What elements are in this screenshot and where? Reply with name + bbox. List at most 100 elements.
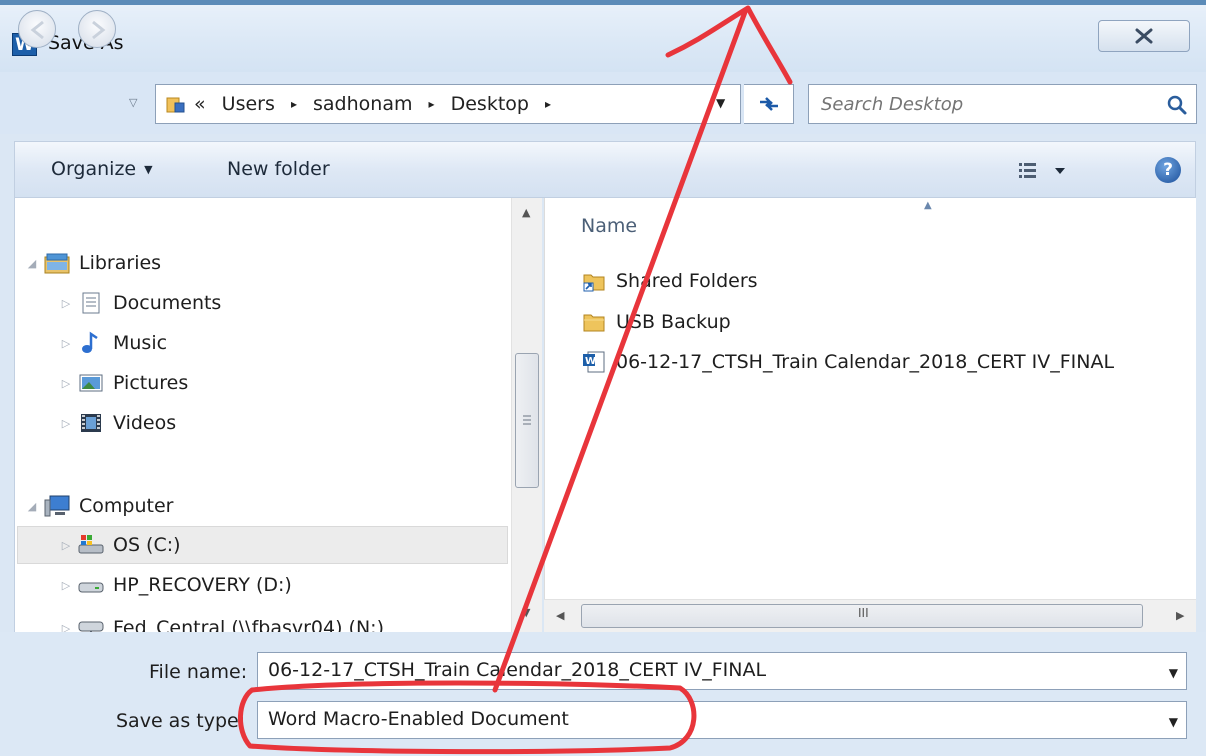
collapse-arrow-icon[interactable]: ◢ bbox=[21, 257, 43, 270]
breadcrumb-separator[interactable]: ▸ bbox=[545, 97, 551, 111]
nav-vertical-scrollbar[interactable]: ▲ ▼ bbox=[511, 198, 542, 632]
back-button[interactable] bbox=[18, 10, 56, 48]
save-as-type-label: Save as type: bbox=[116, 710, 246, 732]
file-name-value[interactable]: 06-12-17_CTSH_Train Calendar_2018_CERT I… bbox=[268, 659, 766, 681]
word-doc-icon: W bbox=[583, 351, 605, 373]
chevron-down-icon[interactable]: ▼ bbox=[1169, 666, 1178, 680]
nav-item-computer[interactable]: ◢ Computer bbox=[21, 488, 174, 524]
close-button[interactable] bbox=[1098, 20, 1190, 52]
save-as-type-value[interactable]: Word Macro-Enabled Document bbox=[268, 708, 569, 730]
music-icon bbox=[82, 331, 98, 353]
chevron-down-icon: ▼ bbox=[144, 163, 153, 176]
scroll-right-arrow-icon[interactable]: ▶ bbox=[1176, 609, 1184, 622]
file-name: 06-12-17_CTSH_Train Calendar_2018_CERT I… bbox=[616, 351, 1115, 373]
file-horizontal-scrollbar[interactable]: ◀ III ▶ bbox=[544, 599, 1196, 632]
file-row-usb-backup[interactable]: USB Backup bbox=[582, 306, 731, 338]
column-header-name[interactable]: Name bbox=[581, 215, 637, 237]
address-bar[interactable]: « Users ▸ sadhonam ▸ Desktop ▸ bbox=[155, 84, 741, 124]
refresh-button[interactable] bbox=[744, 84, 794, 124]
file-name-label: File name: bbox=[149, 661, 248, 683]
file-row-word-doc[interactable]: W 06-12-17_CTSH_Train Calendar_2018_CERT… bbox=[582, 346, 1114, 378]
nav-item-fed-central[interactable]: ▷ Fed_Central (\\fbasvr04) (N:) bbox=[55, 610, 384, 632]
nav-item-label: Computer bbox=[79, 495, 174, 517]
expand-arrow-icon[interactable]: ▷ bbox=[55, 539, 77, 552]
title-bar bbox=[0, 0, 1206, 72]
nav-scroll-thumb[interactable] bbox=[515, 353, 539, 488]
expand-arrow-icon[interactable]: ▷ bbox=[55, 377, 77, 390]
nav-item-music[interactable]: ▷ Music bbox=[55, 325, 167, 361]
scroll-down-arrow-icon[interactable]: ▼ bbox=[522, 606, 530, 619]
folder-icon bbox=[583, 314, 605, 332]
expand-arrow-icon[interactable]: ▷ bbox=[55, 622, 77, 633]
location-folder-icon bbox=[166, 97, 185, 113]
network-drive-icon bbox=[78, 621, 104, 632]
change-view-button[interactable] bbox=[1017, 160, 1073, 182]
window-top-edge bbox=[0, 0, 1206, 5]
expand-arrow-icon[interactable]: ▷ bbox=[55, 579, 77, 592]
nav-item-label: Videos bbox=[113, 412, 177, 434]
drive-d-icon bbox=[78, 582, 104, 593]
nav-item-hp-recovery[interactable]: ▷ HP_RECOVERY (D:) bbox=[55, 567, 292, 603]
breadcrumb-separator[interactable]: ▸ bbox=[291, 97, 297, 111]
shared-folder-icon bbox=[583, 274, 605, 292]
command-toolbar: Organize ▼ New folder ? bbox=[14, 141, 1196, 198]
nav-item-label: Music bbox=[113, 332, 168, 354]
expand-arrow-icon[interactable]: ▷ bbox=[55, 417, 77, 430]
sort-ascending-icon: ▲ bbox=[924, 200, 932, 211]
forward-button[interactable] bbox=[78, 10, 116, 48]
drive-c-icon bbox=[78, 535, 104, 554]
grip-icon bbox=[523, 415, 531, 425]
nav-item-label: Fed_Central (\\fbasvr04) (N:) bbox=[113, 617, 384, 632]
nav-item-libraries[interactable]: ◢ Libraries bbox=[21, 245, 161, 281]
recent-locations-dropdown[interactable]: ▽ bbox=[129, 96, 137, 109]
organize-button[interactable]: Organize ▼ bbox=[51, 158, 153, 180]
svg-text:W: W bbox=[585, 356, 596, 367]
breadcrumb-separator[interactable]: ▸ bbox=[429, 97, 435, 111]
nav-item-documents[interactable]: ▷ Documents bbox=[55, 285, 222, 321]
file-scroll-thumb[interactable]: III bbox=[581, 604, 1143, 628]
nav-item-label: OS (C:) bbox=[113, 534, 181, 556]
breadcrumb-desktop[interactable]: Desktop bbox=[451, 93, 529, 115]
nav-item-label: Documents bbox=[113, 292, 222, 314]
computer-icon bbox=[44, 495, 70, 517]
nav-item-os-c[interactable]: ▷ OS (C:) bbox=[55, 527, 181, 563]
chevron-down-icon[interactable]: ▼ bbox=[1169, 715, 1178, 729]
pictures-icon bbox=[79, 374, 103, 392]
back-arrow-icon bbox=[30, 20, 44, 40]
close-icon bbox=[1135, 28, 1153, 44]
documents-icon bbox=[82, 292, 100, 314]
search-box[interactable] bbox=[808, 84, 1197, 124]
file-list-pane[interactable]: ▲ Name Shared Folders USB Backup W 06-12… bbox=[544, 198, 1196, 632]
libraries-icon bbox=[44, 253, 70, 274]
file-name-field[interactable]: 06-12-17_CTSH_Train Calendar_2018_CERT I… bbox=[257, 652, 1187, 690]
chevron-down-icon bbox=[1055, 168, 1065, 174]
address-dropdown-arrow[interactable]: ▼ bbox=[716, 96, 725, 110]
file-row-shared-folders[interactable]: Shared Folders bbox=[582, 265, 758, 297]
scroll-up-arrow-icon[interactable]: ▲ bbox=[522, 206, 530, 219]
search-icon bbox=[1167, 95, 1187, 115]
expand-arrow-icon[interactable]: ▷ bbox=[55, 337, 77, 350]
breadcrumb: « Users ▸ sadhonam ▸ Desktop ▸ bbox=[194, 93, 561, 115]
nav-item-label: HP_RECOVERY (D:) bbox=[113, 574, 292, 596]
search-input[interactable] bbox=[821, 86, 1151, 122]
collapse-arrow-icon[interactable]: ◢ bbox=[21, 500, 43, 513]
nav-item-videos[interactable]: ▷ Videos bbox=[55, 405, 176, 441]
videos-icon bbox=[81, 414, 101, 432]
save-as-type-select[interactable]: Word Macro-Enabled Document ▼ bbox=[257, 701, 1187, 739]
new-folder-button[interactable]: New folder bbox=[227, 158, 330, 180]
refresh-icon bbox=[759, 97, 778, 111]
nav-item-label: Pictures bbox=[113, 372, 189, 394]
breadcrumb-sadhonam[interactable]: sadhonam bbox=[313, 93, 412, 115]
breadcrumb-overflow[interactable]: « bbox=[194, 93, 206, 115]
help-button[interactable]: ? bbox=[1155, 157, 1181, 183]
scroll-left-arrow-icon[interactable]: ◀ bbox=[556, 609, 564, 622]
navigation-pane[interactable]: ◢ Libraries ▷ Documents ▷ Music ▷ Pictur… bbox=[14, 198, 542, 632]
forward-arrow-icon bbox=[92, 20, 106, 40]
nav-item-label: Libraries bbox=[79, 252, 162, 274]
nav-item-pictures[interactable]: ▷ Pictures bbox=[55, 365, 188, 401]
file-name: USB Backup bbox=[616, 311, 731, 333]
file-name: Shared Folders bbox=[616, 270, 758, 292]
breadcrumb-users[interactable]: Users bbox=[222, 93, 275, 115]
expand-arrow-icon[interactable]: ▷ bbox=[55, 297, 77, 310]
details-view-icon bbox=[1019, 163, 1036, 178]
